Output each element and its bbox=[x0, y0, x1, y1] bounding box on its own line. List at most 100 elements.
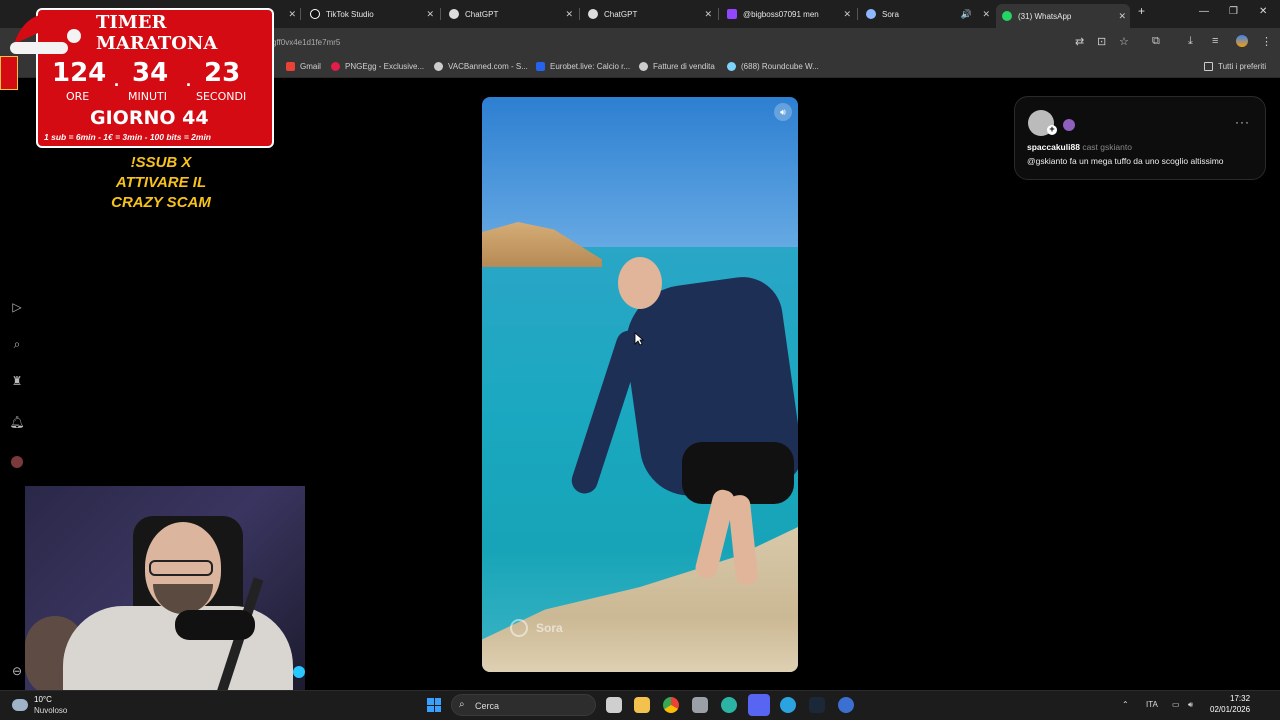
cameo-icon bbox=[1063, 119, 1075, 131]
tab-close-icon[interactable]: ✕ bbox=[704, 9, 712, 20]
app-icon[interactable] bbox=[838, 697, 854, 713]
clock-time[interactable]: 17:32 bbox=[1230, 694, 1250, 703]
pngegg-icon bbox=[331, 62, 340, 71]
search-icon: ⌕ bbox=[459, 699, 465, 710]
network-icon[interactable]: ▭ bbox=[1172, 700, 1180, 709]
taskbar-search[interactable]: ⌕ Cerca bbox=[451, 694, 596, 716]
weather-temperature[interactable]: 10°C bbox=[34, 695, 52, 704]
screen: ✕ TikTok Studio ✕ ChatGPT ✕ ChatGPT ✕ @b… bbox=[0, 0, 1280, 720]
minimize-icon[interactable]: — bbox=[1199, 6, 1209, 17]
url-field[interactable]: gff0vx4e1d1fe7mr5 bbox=[272, 38, 340, 47]
profile-icon[interactable] bbox=[1236, 35, 1248, 47]
bookmark-label: (688) Roundcube W... bbox=[741, 62, 819, 71]
trophy-icon[interactable]: ♜ bbox=[8, 372, 26, 390]
restore-icon[interactable]: ❐ bbox=[1229, 6, 1238, 17]
bookmark-label: PNGEgg - Exclusive... bbox=[345, 62, 425, 71]
bookmark-star-icon[interactable]: ☆ bbox=[1119, 35, 1129, 48]
input-language[interactable]: ITA bbox=[1146, 700, 1158, 709]
bookmark-label: Eurobet.live: Calcio r... bbox=[550, 62, 631, 71]
weather-description[interactable]: Nuvoloso bbox=[34, 706, 67, 715]
bookmark-all[interactable]: Tutti i preferiti bbox=[1204, 62, 1266, 71]
timer-hours: 124 bbox=[52, 58, 107, 88]
chatgpt-icon bbox=[449, 9, 459, 19]
sound-toggle-button[interactable]: 🔊︎ bbox=[774, 103, 792, 121]
overlay-line: !SSUB X bbox=[130, 154, 192, 171]
tab-label: Sora bbox=[882, 9, 899, 19]
glasses bbox=[149, 560, 213, 576]
bell-icon[interactable]: 🔔︎ bbox=[8, 413, 26, 431]
post-meta: cast gskianto bbox=[1082, 142, 1132, 152]
chatgpt-icon bbox=[588, 9, 598, 19]
post-username[interactable]: spaccakuli88 bbox=[1027, 142, 1080, 152]
sora-watermark-text: Sora bbox=[536, 621, 563, 635]
video-player[interactable]: 🔊︎ Sora bbox=[482, 97, 798, 672]
windows-start-icon[interactable] bbox=[427, 698, 441, 712]
install-icon[interactable]: ⊡ bbox=[1097, 35, 1106, 48]
tab-tiktok-studio[interactable]: TikTok Studio ✕ bbox=[304, 4, 438, 24]
tab-chatgpt-1[interactable]: ChatGPT ✕ bbox=[443, 4, 577, 24]
tab-close-icon[interactable]: ✕ bbox=[1118, 11, 1126, 22]
microphone bbox=[175, 610, 255, 640]
tab-close-icon[interactable]: ✕ bbox=[565, 9, 573, 20]
search-icon[interactable]: ⌕ bbox=[8, 335, 26, 353]
download-icon[interactable]: ⤓ bbox=[1188, 35, 1193, 48]
sora-icon bbox=[866, 9, 876, 19]
tab-whatsapp[interactable]: (31) WhatsApp ✕ bbox=[996, 4, 1130, 28]
tab-close-icon[interactable]: ✕ bbox=[843, 9, 851, 20]
app-icon[interactable] bbox=[692, 697, 708, 713]
timer-separator: . bbox=[114, 70, 120, 90]
extensions-icon[interactable]: ⧉ bbox=[1152, 35, 1160, 48]
app-icon[interactable] bbox=[721, 697, 737, 713]
overlay-line: CRAZY SCAM bbox=[111, 194, 211, 211]
tab-label: TikTok Studio bbox=[326, 9, 374, 19]
play-icon[interactable]: ▷ bbox=[8, 298, 26, 316]
tab-twitch[interactable]: @bigboss07091 men ✕ bbox=[721, 4, 855, 24]
media-icon[interactable]: ≡ bbox=[1212, 35, 1218, 47]
follow-plus-icon[interactable]: + bbox=[1047, 125, 1057, 135]
new-tab-icon[interactable]: + bbox=[1138, 4, 1145, 18]
bookmark-gmail[interactable]: Gmail bbox=[286, 62, 321, 71]
steam-icon[interactable] bbox=[809, 697, 825, 713]
sora-logo-icon bbox=[510, 619, 528, 637]
post-caption: @gskianto fa un mega tuffo da uno scogli… bbox=[1027, 156, 1224, 166]
translate-icon[interactable]: ⇄ bbox=[1075, 35, 1084, 48]
clock-date[interactable]: 02/01/2026 bbox=[1210, 705, 1250, 714]
bookmark-roundcube[interactable]: (688) Roundcube W... bbox=[727, 62, 819, 71]
overlay-text: !SSUB X ATTIVARE IL CRAZY SCAM bbox=[86, 153, 236, 213]
discord-icon[interactable] bbox=[748, 694, 770, 716]
tab-close-icon[interactable]: ✕ bbox=[288, 9, 296, 20]
tab-close-icon[interactable]: ✕ bbox=[426, 9, 434, 20]
whatsapp-icon bbox=[1002, 11, 1012, 21]
close-window-icon[interactable]: ✕ bbox=[1259, 6, 1267, 17]
more-options-icon[interactable]: ··· bbox=[1235, 115, 1250, 129]
webcam-feed bbox=[25, 486, 305, 690]
task-view-icon[interactable] bbox=[606, 697, 622, 713]
tab-close-icon[interactable]: ✕ bbox=[982, 9, 990, 20]
tab-sora[interactable]: Sora 🔊 ✕ bbox=[860, 4, 994, 24]
gift-icon bbox=[0, 56, 18, 90]
menu-icon[interactable]: ⋮ bbox=[1261, 35, 1272, 48]
tab-chatgpt-2[interactable]: ChatGPT ✕ bbox=[582, 4, 716, 24]
show-hidden-icons[interactable]: ⌃ bbox=[1122, 700, 1129, 709]
timer-minutes: 34 bbox=[132, 58, 169, 88]
cursor-icon bbox=[634, 332, 644, 346]
bookmark-label: Tutti i preferiti bbox=[1218, 62, 1267, 71]
weather-cloud-icon[interactable] bbox=[12, 699, 28, 711]
file-explorer-icon[interactable] bbox=[634, 697, 650, 713]
bookmark-pngegg[interactable]: PNGEgg - Exclusive... bbox=[331, 62, 424, 71]
tiktok-icon bbox=[310, 9, 320, 19]
volume-icon[interactable]: 🔊︎ bbox=[1188, 700, 1193, 710]
chrome-icon[interactable] bbox=[663, 697, 679, 713]
timer-hours-label: ORE bbox=[66, 90, 90, 103]
settings-icon[interactable]: ⊖ bbox=[8, 662, 26, 680]
speaker-icon[interactable]: 🔊 bbox=[961, 9, 972, 20]
bookmark-vacbanned[interactable]: VACBanned.com - S... bbox=[434, 62, 528, 71]
avatar[interactable] bbox=[8, 455, 26, 473]
bookmark-label: VACBanned.com - S... bbox=[448, 62, 528, 71]
bookmark-label: Fatture di vendita bbox=[653, 62, 715, 71]
bookmark-fatture[interactable]: Fatture di vendita bbox=[639, 62, 715, 71]
app-icon[interactable] bbox=[780, 697, 796, 713]
timer-day: GIORNO 44 bbox=[90, 107, 209, 129]
rgb-light bbox=[293, 666, 305, 678]
bookmark-eurobet[interactable]: Eurobet.live: Calcio r... bbox=[536, 62, 630, 71]
